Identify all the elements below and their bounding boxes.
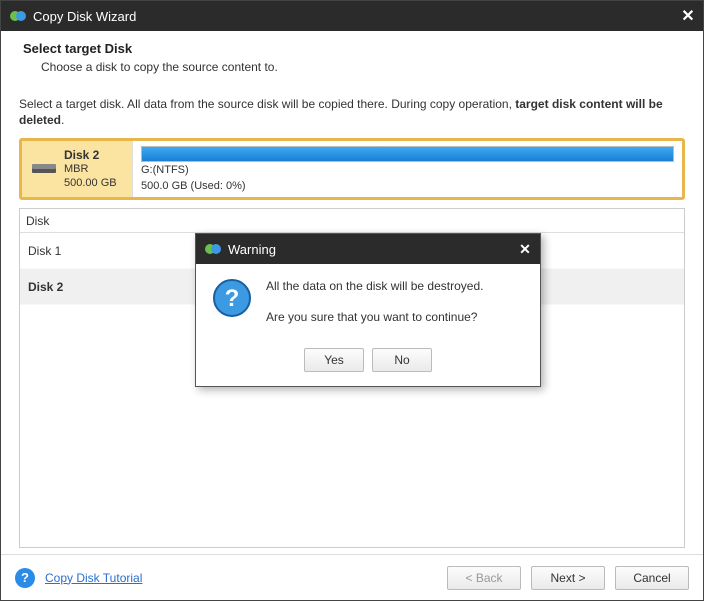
close-icon[interactable]: ✕ <box>510 234 540 264</box>
dialog-titlebar: Warning ✕ <box>196 234 540 264</box>
app-icon <box>204 240 222 258</box>
page-subtitle: Choose a disk to copy the source content… <box>41 60 675 74</box>
close-icon[interactable]: ✕ <box>673 1 703 31</box>
wizard-window: Copy Disk Wizard ✕ Select target Disk Ch… <box>0 0 704 601</box>
disk-capacity: 500.00 GB <box>64 177 117 191</box>
disk-table-header: Disk <box>20 209 684 233</box>
usage-bar-fill <box>142 147 673 161</box>
dialog-line2: Are you sure that you want to continue? <box>266 309 483 326</box>
disk-name: Disk 2 <box>64 148 117 163</box>
disk-card-right: G:(NTFS) 500.0 GB (Used: 0%) <box>132 141 682 197</box>
selected-disk-card[interactable]: Disk 2 MBR 500.00 GB G:(NTFS) 500.0 GB (… <box>19 138 685 200</box>
dialog-text: All the data on the disk will be destroy… <box>266 278 483 340</box>
svg-text:?: ? <box>225 285 240 312</box>
window-title: Copy Disk Wizard <box>33 9 673 24</box>
header-section: Select target Disk Choose a disk to copy… <box>1 31 703 86</box>
intro-prefix: Select a target disk. All data from the … <box>19 97 515 111</box>
page-title: Select target Disk <box>23 41 675 56</box>
col-disk: Disk <box>20 214 220 228</box>
disk-scheme: MBR <box>64 163 117 177</box>
help-icon[interactable]: ? <box>15 568 35 588</box>
dialog-body: ? All the data on the disk will be destr… <box>196 264 540 344</box>
back-button[interactable]: < Back <box>447 566 521 590</box>
warning-dialog: Warning ✕ ? All the data on the disk wil… <box>195 233 541 387</box>
row-disk-name: Disk 2 <box>20 280 220 294</box>
disk-icon <box>30 162 58 176</box>
next-button[interactable]: Next > <box>531 566 605 590</box>
yes-button[interactable]: Yes <box>304 348 364 372</box>
row-disk-name: Disk 1 <box>20 244 220 258</box>
footer: ? Copy Disk Tutorial < Back Next > Cance… <box>1 554 703 600</box>
tutorial-link[interactable]: Copy Disk Tutorial <box>45 571 142 585</box>
disk-card-left: Disk 2 MBR 500.00 GB <box>22 141 132 197</box>
no-button[interactable]: No <box>372 348 432 372</box>
cancel-button[interactable]: Cancel <box>615 566 689 590</box>
intro-text: Select a target disk. All data from the … <box>19 96 685 128</box>
dialog-line1: All the data on the disk will be destroy… <box>266 278 483 295</box>
volume-usage: 500.0 GB (Used: 0%) <box>141 180 674 193</box>
dialog-buttons: Yes No <box>196 344 540 386</box>
disk-info: Disk 2 MBR 500.00 GB <box>64 148 117 191</box>
usage-bar <box>141 146 674 162</box>
app-icon <box>9 7 27 25</box>
dialog-title-text: Warning <box>228 242 510 257</box>
titlebar: Copy Disk Wizard ✕ <box>1 1 703 31</box>
question-icon: ? <box>212 278 252 318</box>
volume-label: G:(NTFS) <box>141 164 674 177</box>
